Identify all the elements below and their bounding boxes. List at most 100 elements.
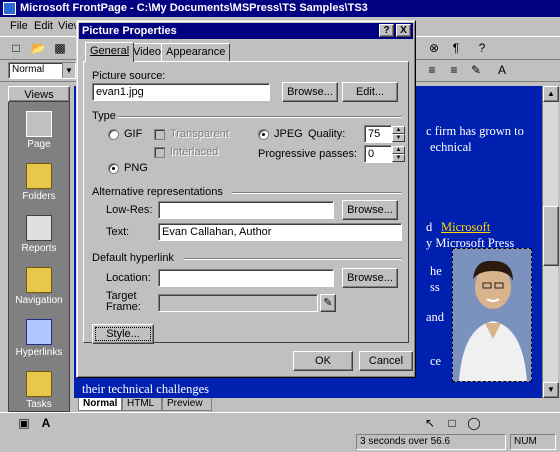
menu-file[interactable]: File: [10, 20, 28, 32]
open-icon[interactable]: 📂: [28, 39, 48, 57]
views-header: Views: [8, 86, 70, 102]
default-hyperlink-label: Default hyperlink: [92, 252, 174, 264]
ok-button[interactable]: OK: [293, 351, 353, 371]
hyperlink-group-divider: [184, 258, 402, 260]
tab-general-label: General: [90, 45, 130, 57]
tab-general[interactable]: General: [85, 42, 135, 62]
doc-link-microsoft[interactable]: Microsoft: [441, 220, 490, 235]
view-tasks[interactable]: Tasks: [9, 371, 69, 410]
doc-text-line: echnical: [430, 140, 472, 154]
browse-picture-button[interactable]: Browse...: [282, 82, 338, 102]
doc-text-line: he: [430, 264, 442, 278]
style-dropdown[interactable]: Normal ▼: [8, 62, 76, 79]
view-reports[interactable]: Reports: [9, 215, 69, 254]
num-lock-status: NUM: [510, 434, 556, 450]
picture-source-label: Picture source:: [92, 70, 166, 82]
chevron-down-icon[interactable]: ▼: [62, 63, 75, 78]
doc-text-line: their technical challenges: [82, 382, 210, 396]
dialog-title: Picture Properties: [82, 25, 177, 37]
doc-text-line: d: [426, 220, 433, 234]
interlaced-label: Interlaced: [170, 146, 219, 158]
indent-icon[interactable]: ≡: [444, 61, 464, 79]
select-arrow-icon[interactable]: ↖: [420, 414, 440, 432]
view-page[interactable]: Page: [9, 111, 69, 150]
font-color-icon[interactable]: A: [492, 61, 512, 79]
transparent-label: Transparent: [170, 128, 229, 140]
progressive-spinner[interactable]: ▲ ▼: [392, 146, 405, 162]
stop-icon[interactable]: ⊗: [424, 39, 444, 57]
hyperlinks-icon: [26, 319, 52, 345]
picture-source-field[interactable]: evan1.jpg: [92, 83, 270, 101]
rectangle-icon[interactable]: □: [442, 414, 462, 432]
edit-picture-button[interactable]: Edit...: [342, 82, 398, 102]
menu-edit[interactable]: Edit: [34, 20, 53, 32]
scroll-down-icon[interactable]: ▼: [543, 382, 559, 398]
view-navigation-label: Navigation: [15, 295, 63, 306]
highlight-icon[interactable]: ✎: [466, 61, 486, 79]
jpeg-label: JPEG: [274, 128, 303, 140]
alt-text-field[interactable]: Evan Callahan, Author: [158, 223, 402, 241]
tab-preview[interactable]: Preview: [162, 398, 212, 411]
help-icon[interactable]: ?: [472, 39, 492, 57]
app-title-bar: Microsoft FrontPage - C:\My Documents\MS…: [0, 0, 560, 17]
style-button[interactable]: Style...: [92, 324, 154, 344]
spin-up-icon[interactable]: ▲: [392, 146, 405, 154]
tab-normal[interactable]: Normal: [78, 398, 122, 411]
png-radio[interactable]: [108, 163, 119, 174]
progressive-passes-field[interactable]: 0: [364, 145, 392, 163]
interlaced-checkbox[interactable]: [154, 147, 165, 158]
gif-radio[interactable]: [108, 129, 119, 140]
transparent-checkbox[interactable]: [154, 129, 165, 140]
text-icon[interactable]: A: [36, 414, 56, 432]
oval-icon[interactable]: ◯: [464, 414, 484, 432]
new-icon[interactable]: □: [6, 39, 26, 57]
tasks-icon: [26, 371, 52, 397]
location-field[interactable]: [158, 269, 334, 287]
tab-html[interactable]: HTML: [122, 398, 162, 411]
target-frame-field[interactable]: [158, 294, 318, 312]
tab-appearance[interactable]: Appearance: [161, 43, 231, 61]
alt-group-divider: [232, 192, 402, 194]
quality-label: Quality:: [308, 128, 346, 140]
app-title-text: Microsoft FrontPage - C:\My Documents\MS…: [20, 2, 368, 14]
insert-picture-icon[interactable]: ▣: [14, 414, 34, 432]
style-dropdown-value: Normal: [12, 64, 45, 75]
view-folders-label: Folders: [22, 191, 56, 202]
view-hyperlinks[interactable]: Hyperlinks: [9, 319, 69, 358]
doc-text-line: and: [426, 310, 445, 324]
cancel-button[interactable]: Cancel: [359, 351, 413, 371]
spin-up-icon[interactable]: ▲: [392, 126, 405, 134]
author-photo[interactable]: [452, 248, 532, 382]
view-folders[interactable]: Folders: [9, 163, 69, 202]
editor-vertical-scrollbar[interactable]: ▲ ▼: [542, 86, 559, 398]
spin-down-icon[interactable]: ▼: [392, 134, 405, 142]
lowres-field[interactable]: [158, 201, 334, 219]
browse-lowres-button[interactable]: Browse...: [342, 200, 398, 220]
type-group-label: Type: [92, 110, 116, 122]
pencil-icon[interactable]: ✎: [320, 294, 336, 312]
show-all-icon[interactable]: ¶: [446, 39, 466, 57]
view-reports-label: Reports: [21, 243, 57, 254]
frame-label: Frame:: [106, 301, 141, 313]
scroll-up-icon[interactable]: ▲: [543, 86, 559, 102]
progressive-passes-label: Progressive passes:: [258, 148, 358, 160]
navigation-icon: [26, 267, 52, 293]
save-icon[interactable]: ▩: [50, 39, 70, 57]
quality-field[interactable]: 75: [364, 125, 392, 143]
view-navigation[interactable]: Navigation: [9, 267, 69, 306]
dialog-help-button[interactable]: ?: [379, 24, 394, 37]
type-group-divider: [118, 116, 402, 118]
browse-location-button[interactable]: Browse...: [342, 268, 398, 288]
dialog-close-button[interactable]: X: [396, 24, 411, 37]
picture-properties-dialog: Picture Properties ? X General Video App…: [76, 20, 416, 378]
scroll-thumb[interactable]: [543, 206, 559, 266]
jpeg-radio[interactable]: [258, 129, 269, 140]
view-tasks-label: Tasks: [26, 399, 52, 410]
drawing-toolbar: ▣ A ↖ □ ◯: [0, 412, 560, 432]
view-tabs: Normal HTML Preview: [74, 398, 542, 412]
download-time-status: 3 seconds over 56.6: [356, 434, 506, 450]
bullets-icon[interactable]: ≡: [422, 61, 442, 79]
spin-down-icon[interactable]: ▼: [392, 154, 405, 162]
quality-spinner[interactable]: ▲ ▼: [392, 126, 405, 142]
views-bar: Page Folders Reports Navigation Hyperlin…: [8, 86, 70, 412]
